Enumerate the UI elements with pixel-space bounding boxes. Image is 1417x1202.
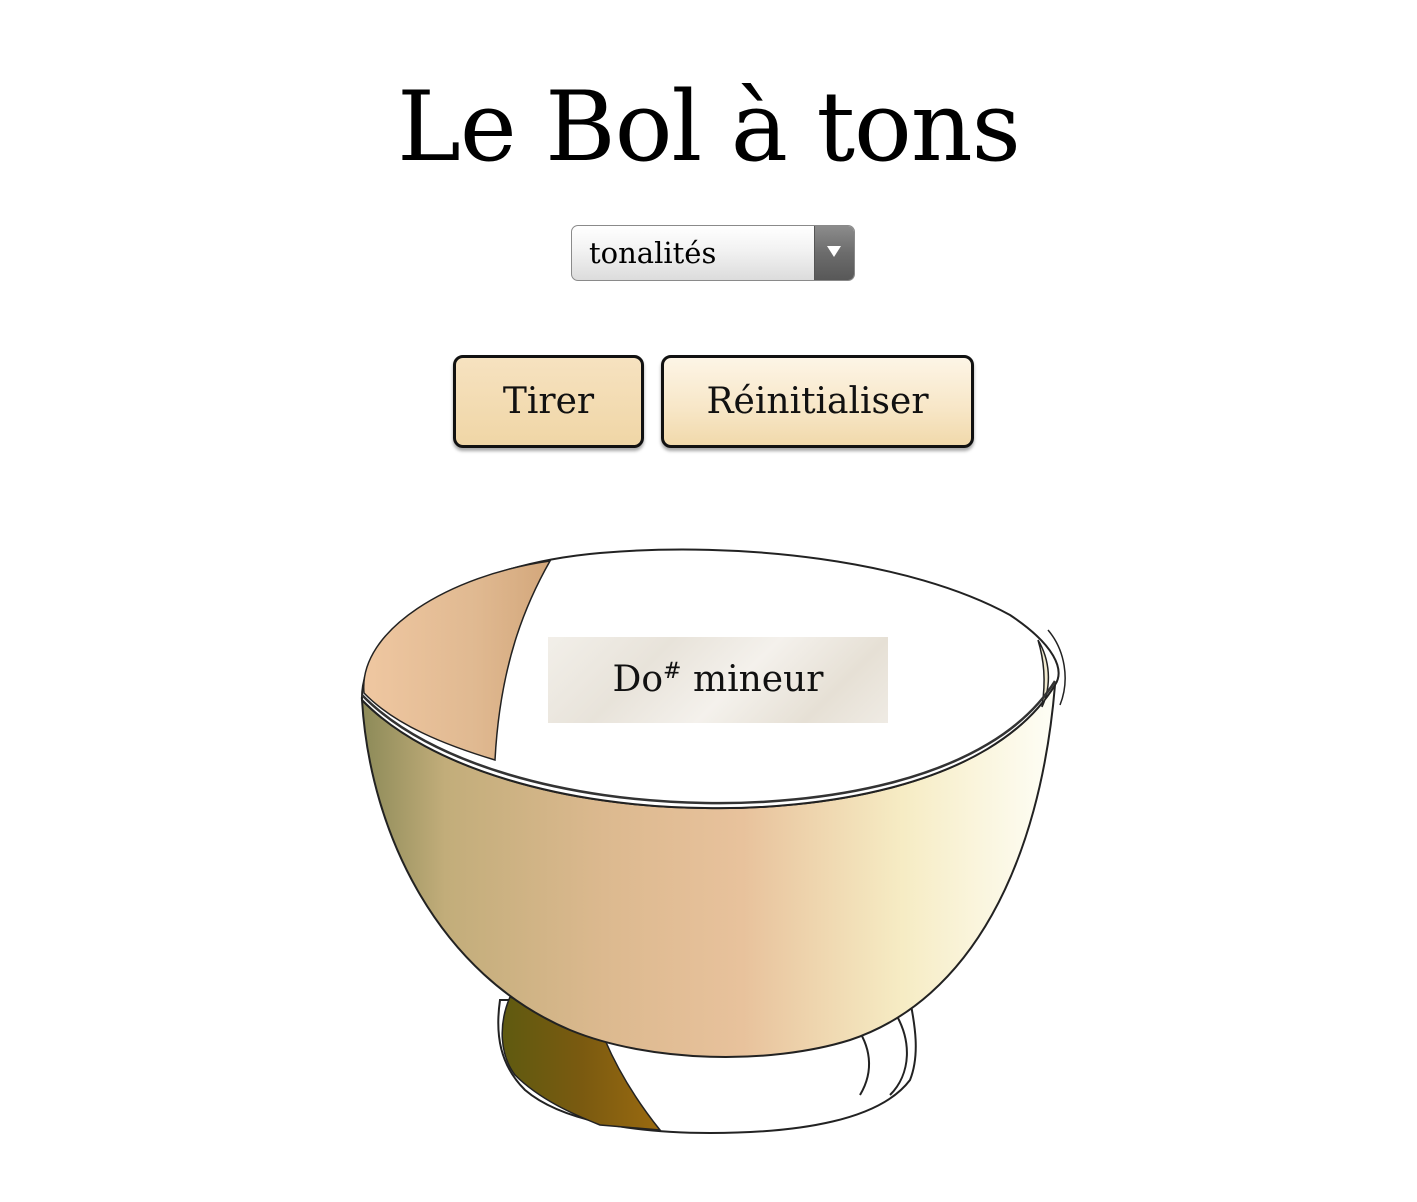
bowl-illustration	[360, 548, 1066, 1135]
drawn-mode: mineur	[692, 659, 824, 700]
page-title: Le Bol à tons	[397, 71, 1021, 183]
reset-button[interactable]: Réinitialiser	[661, 355, 974, 448]
select-value: tonalités	[589, 236, 717, 270]
drawn-accidental: #	[663, 659, 682, 684]
chevron-down-icon	[827, 246, 841, 257]
drawn-key-slip: Do# mineur	[548, 637, 888, 723]
key-type-select[interactable]: tonalités	[571, 225, 855, 281]
drawn-note: Do	[612, 659, 664, 700]
draw-button[interactable]: Tirer	[453, 355, 644, 448]
select-arrow-button[interactable]	[814, 226, 854, 280]
page: Le Bol à tons tonalités Tirer Réinitiali…	[0, 0, 1417, 1202]
